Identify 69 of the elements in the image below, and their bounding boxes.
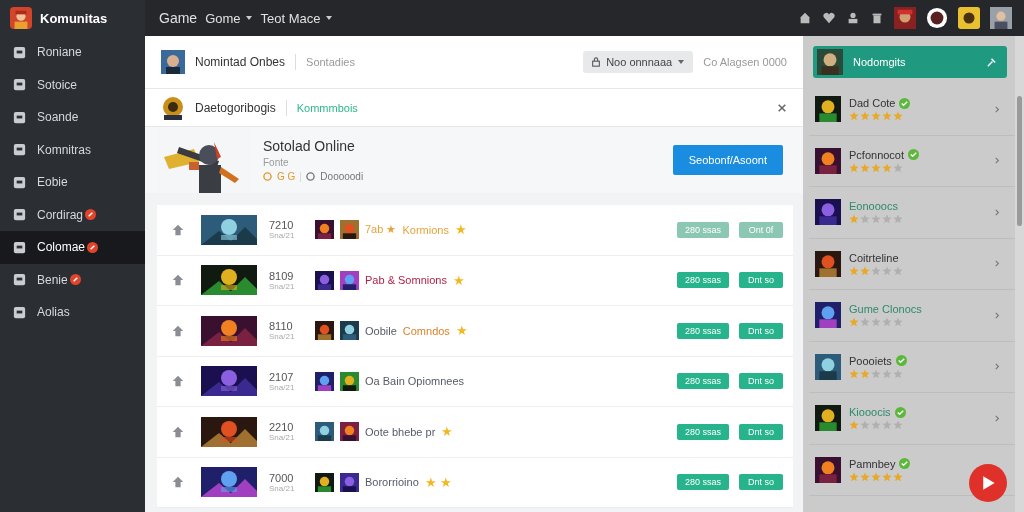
panel-title: Nodomgits xyxy=(853,56,906,68)
row-number: 2210 xyxy=(269,421,295,434)
user-name: Eonooocs xyxy=(849,200,898,213)
sidebar-item[interactable]: Aolias xyxy=(0,296,145,329)
row-number: 2107 xyxy=(269,370,295,383)
row-title: Kormions xyxy=(402,223,449,236)
action-button[interactable]: Dnt so xyxy=(739,272,783,289)
row-number: 7000 xyxy=(269,471,295,484)
nav-menu[interactable]: Game xyxy=(159,10,198,26)
page-title: Nomintad Onbes xyxy=(195,55,286,69)
user-name: Kiooocis xyxy=(849,406,891,419)
row-date: Sna/21 xyxy=(269,483,296,493)
row-title: Bororrioino xyxy=(365,476,419,489)
row-title: Oote bhebe pr xyxy=(365,425,436,438)
star-mark: ★ ★ xyxy=(424,474,453,490)
sidebar-item[interactable]: Sotoice xyxy=(0,68,145,101)
action-button[interactable]: Dnt so xyxy=(739,373,783,390)
row-title: Comndos xyxy=(402,324,450,337)
action-button[interactable]: 280 ssas xyxy=(676,272,729,289)
row-date: Sna/21 xyxy=(269,231,296,241)
game-players: Dooooodi xyxy=(320,171,364,182)
row-number: 7210 xyxy=(269,219,295,232)
nav-menu[interactable]: Gome xyxy=(205,10,253,26)
star-mark: ★ xyxy=(454,222,467,238)
row-date: Sna/21 xyxy=(269,382,296,392)
row-title: Oa Bain Opiomnees xyxy=(365,375,465,388)
star-mark: ★ xyxy=(455,323,468,339)
row-date: Sna/21 xyxy=(269,281,296,291)
user-name: Coitrteline xyxy=(849,251,899,264)
sidebar-item[interactable]: Roniane xyxy=(0,36,145,69)
user-name: Pamnbey xyxy=(849,457,896,470)
user-name: Dad Cote xyxy=(849,97,896,110)
row-number: 8110 xyxy=(269,320,294,333)
action-button[interactable]: Dnt so xyxy=(739,474,783,491)
primary-button[interactable]: Seobonf/Asoont xyxy=(672,145,783,175)
star-mark: ★ xyxy=(452,272,465,288)
panel-header[interactable]: Nodomgits xyxy=(813,46,1007,78)
brand-name: Komunitas xyxy=(40,10,108,26)
action-button[interactable]: 280 ssas xyxy=(676,373,729,390)
sidebar-item[interactable]: Cordirag xyxy=(0,198,145,231)
sidebar-item[interactable]: Eobie xyxy=(0,166,145,199)
action-button[interactable]: 280 ssas xyxy=(676,423,729,440)
row-title-prefix: Oobile xyxy=(365,324,397,337)
notice-title: Daetogoribogis xyxy=(195,100,276,115)
game-genre: Fonte xyxy=(263,157,290,168)
user-name: Poooiets xyxy=(849,354,892,367)
sidebar-item[interactable]: Soande xyxy=(0,101,145,134)
sidebar-item[interactable]: Colomae xyxy=(0,231,145,264)
game-title: Sotolad Online xyxy=(263,138,356,154)
row-title: Pab & Somnions xyxy=(365,274,447,287)
notice-link[interactable]: Kommmbois xyxy=(296,101,358,114)
user-name: Pcfonnocot xyxy=(849,148,905,161)
row-title-prefix: 7ab ★ xyxy=(365,223,397,237)
action-button[interactable]: Dnt so xyxy=(739,322,783,339)
filter-dropdown[interactable]: Noo onnnaaa xyxy=(583,51,694,73)
row-number: 8109 xyxy=(269,269,295,282)
action-button[interactable]: 280 ssas xyxy=(676,322,729,339)
sidebar-item[interactable]: Komnitras xyxy=(0,133,145,166)
row-date: Sna/21 xyxy=(269,332,296,342)
game-rating: G G xyxy=(277,171,296,182)
row-date: Sna/21 xyxy=(269,433,296,443)
user-name: Gume Clonocs xyxy=(849,303,922,316)
header-meta: Co Alagsen 0000 xyxy=(703,56,787,68)
nav-menu[interactable]: Teot Mace xyxy=(260,10,333,26)
sidebar-item[interactable]: Benie xyxy=(0,263,145,296)
page-subtitle: Sontadies xyxy=(306,56,355,68)
action-button[interactable]: 280 ssas xyxy=(676,474,729,491)
action-button[interactable]: Dnt so xyxy=(739,423,783,440)
star-mark: ★ xyxy=(441,424,454,440)
